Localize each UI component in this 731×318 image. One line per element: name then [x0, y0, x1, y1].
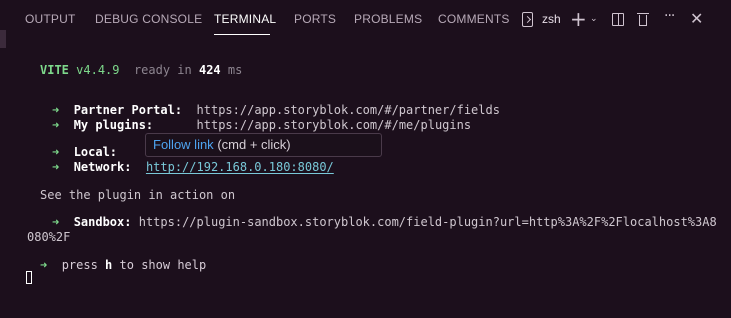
terminal-output[interactable]: VITE v4.4.9 ready in 424 ms ➜ Partner Po…: [0, 0, 731, 318]
sandbox-line: ➜ Sandbox: https://plugin-sandbox.storyb…: [52, 215, 717, 229]
follow-link-hint: (cmd + click): [217, 137, 291, 152]
sandbox-url-link[interactable]: https://plugin-sandbox.storyblok.com/fie…: [139, 215, 717, 229]
network-line: ➜ Network: http://192.168.0.180:8080/: [52, 160, 334, 174]
partner-portal-line: ➜ Partner Portal: https://app.storyblok.…: [52, 103, 500, 117]
sandbox-url-continuation[interactable]: 080%2F: [27, 230, 70, 245]
my-plugins-line: ➜ My plugins: https://app.storyblok.com/…: [52, 118, 472, 132]
vite-ready-line: VITE v4.4.9 ready in 424 ms: [40, 63, 243, 77]
terminal-panel: OUTPUT DEBUG CONSOLE TERMINAL PORTS PROB…: [0, 0, 731, 318]
follow-link-action[interactable]: Follow link: [153, 137, 214, 152]
local-line: ➜ Local:: [52, 145, 118, 159]
follow-link-tooltip: Follow link (cmd + click): [145, 133, 382, 157]
see-plugin-line: See the plugin in action on: [40, 188, 236, 202]
network-url-link[interactable]: http://192.168.0.180:8080/: [146, 160, 334, 174]
help-hint-line: ➜ press h to show help: [40, 258, 207, 272]
terminal-cursor: [26, 271, 32, 284]
